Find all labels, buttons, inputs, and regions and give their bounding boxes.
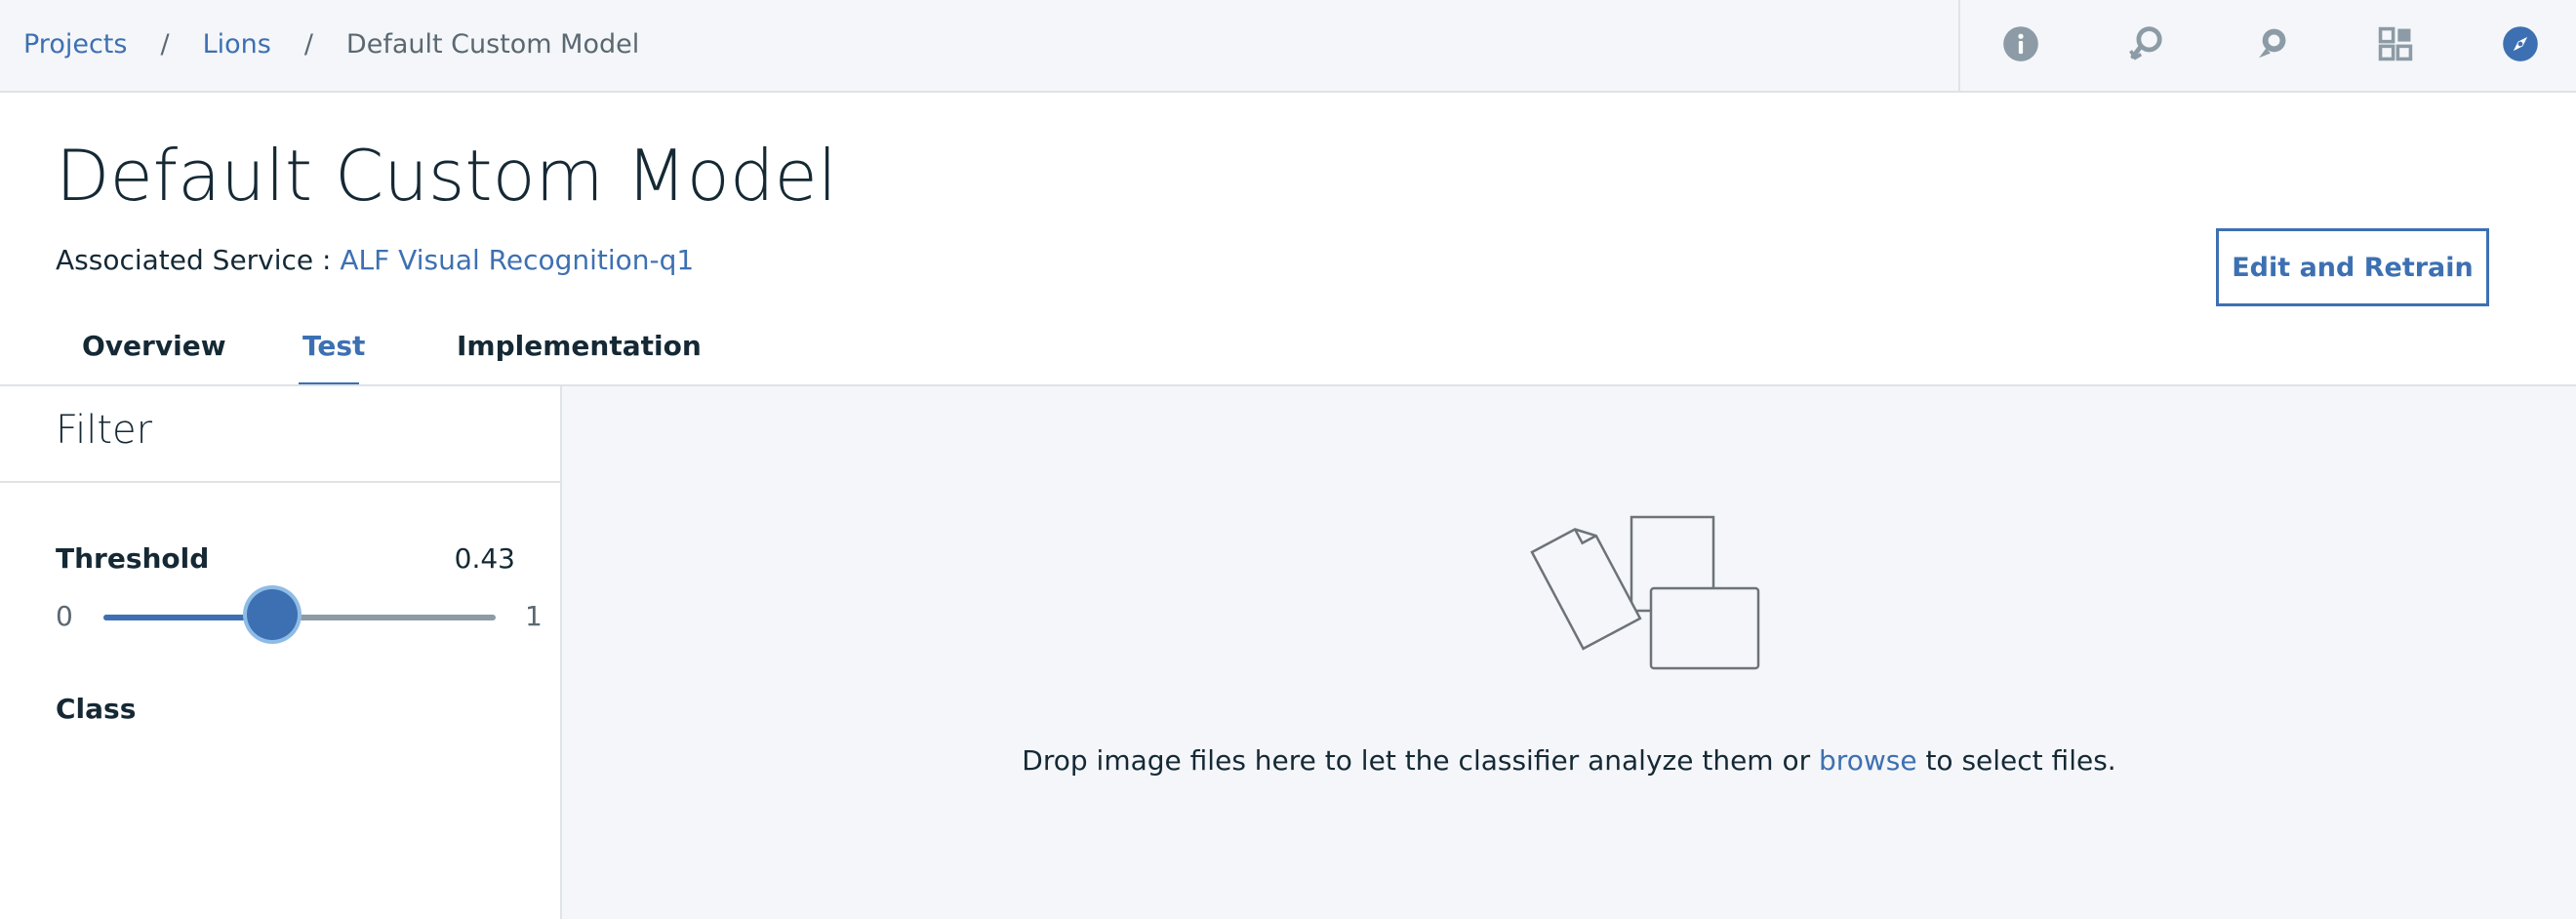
associated-service-label: Associated Service : [56, 244, 332, 276]
page-title: Default Custom Model [56, 135, 837, 217]
drop-text-before: Drop image files here to let the classif… [1022, 744, 1811, 777]
drop-instructions: Drop image files here to let the classif… [562, 744, 2576, 777]
slider-min-label: 0 [56, 600, 73, 632]
threshold-label: Threshold [56, 542, 210, 575]
pin-refresh-icon[interactable] [2123, 21, 2168, 66]
info-icon[interactable] [1998, 21, 2043, 66]
tab-test[interactable]: Test [302, 330, 365, 362]
slider-max-label: 1 [525, 600, 543, 632]
toolbar-divider [1958, 0, 1960, 92]
breadcrumb-separator: / [303, 28, 313, 60]
chat-icon[interactable] [2248, 21, 2293, 66]
breadcrumb: Projects / Lions / Default Custom Model [23, 0, 639, 88]
associated-service: Associated Service : ALF Visual Recognit… [56, 244, 694, 276]
compass-icon[interactable] [2498, 21, 2543, 66]
image-drop-zone[interactable]: Drop image files here to let the classif… [562, 386, 2576, 919]
breadcrumb-separator: / [160, 28, 170, 60]
tab-overview[interactable]: Overview [82, 330, 226, 362]
browse-link[interactable]: browse [1819, 744, 1917, 777]
image-files-illustration [1530, 515, 1760, 670]
filter-title: Filter [56, 408, 153, 453]
top-bar: Projects / Lions / Default Custom Model [0, 0, 2576, 93]
tab-implementation[interactable]: Implementation [457, 330, 702, 362]
associated-service-link[interactable]: ALF Visual Recognition-q1 [340, 244, 694, 276]
edit-and-retrain-button[interactable]: Edit and Retrain [2216, 228, 2489, 306]
filter-divider [0, 481, 562, 483]
class-label: Class [56, 693, 137, 725]
breadcrumb-projects-link[interactable]: Projects [23, 29, 127, 60]
threshold-slider-handle[interactable] [246, 589, 298, 640]
threshold-slider[interactable] [103, 589, 496, 640]
threshold-value: 0.43 [454, 542, 515, 575]
breadcrumb-lions-link[interactable]: Lions [203, 29, 271, 60]
drop-text-after: to select files. [1925, 744, 2116, 777]
breadcrumb-current: Default Custom Model [345, 28, 640, 60]
apps-icon[interactable] [2373, 21, 2418, 66]
filter-panel: Filter Threshold 0.43 0 1 Class [0, 386, 562, 919]
